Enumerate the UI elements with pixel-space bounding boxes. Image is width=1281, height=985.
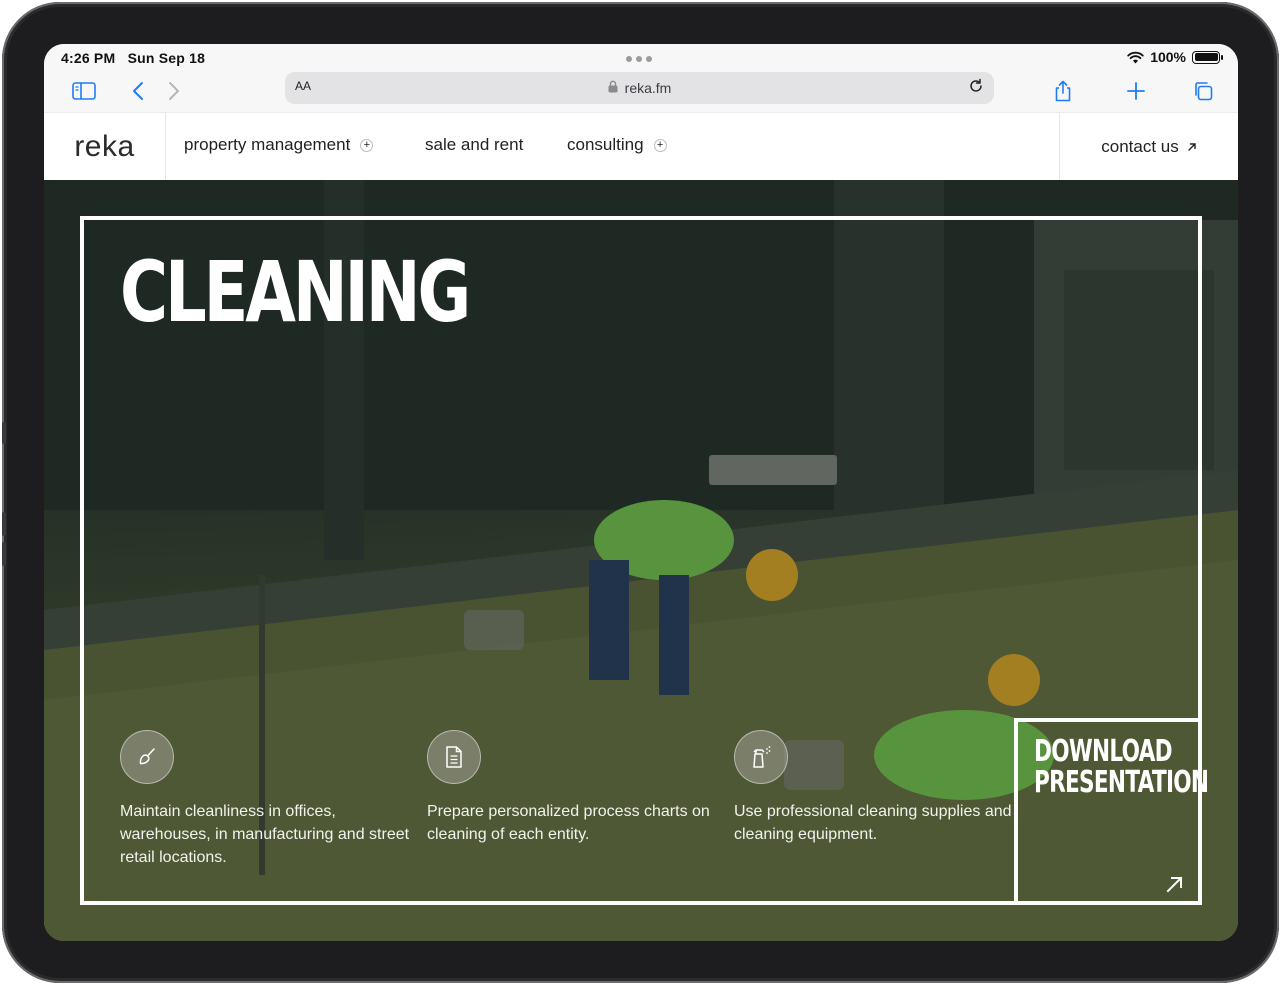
feature-text: Maintain cleanliness in offices, warehou… [120, 803, 410, 866]
contact-us-link[interactable]: contact us [1059, 113, 1238, 180]
wifi-icon [1127, 51, 1144, 63]
plus-icon: + [360, 138, 374, 152]
arrow-up-right-icon [1188, 142, 1196, 151]
address-bar[interactable]: AA reka.fm [285, 72, 994, 104]
status-right: 100% [1127, 49, 1223, 65]
download-label: DOWNLOAD PRESENTATION [1034, 734, 1209, 800]
side-button [2, 422, 6, 444]
nav-item-property-management[interactable]: property management + [184, 135, 374, 155]
back-icon[interactable] [124, 77, 152, 105]
share-icon[interactable] [1049, 77, 1077, 105]
tabs-overview-icon[interactable] [1189, 77, 1217, 105]
nav-item-label: property management [184, 135, 351, 154]
feature-item: Use professional cleaning supplies and c… [734, 730, 1024, 846]
site-navigation: reka property management + sale and rent… [44, 112, 1238, 180]
contact-label: contact us [1101, 136, 1179, 156]
hero-section: CLEANING Maintain cleanliness in offices… [44, 180, 1238, 941]
feature-text: Use professional cleaning supplies and c… [734, 803, 1012, 843]
multitasking-dots[interactable] [626, 56, 652, 62]
lock-icon [608, 80, 618, 96]
nav-item-label: consulting [567, 135, 644, 154]
status-time: 4:26 PM Sun Sep 18 [61, 50, 206, 66]
side-button [2, 542, 6, 566]
brush-icon [120, 730, 174, 784]
text-size-button[interactable]: AA [295, 79, 311, 93]
hero-title: CLEANING [120, 243, 471, 341]
feature-text: Prepare personalized process charts on c… [427, 803, 710, 843]
site-logo[interactable]: reka [44, 113, 166, 180]
battery-percent: 100% [1150, 49, 1186, 65]
forward-icon[interactable] [160, 77, 188, 105]
nav-item-consulting[interactable]: consulting + [567, 135, 667, 155]
feature-item: Prepare personalized process charts on c… [427, 730, 717, 846]
nav-item-label: sale and rent [425, 135, 524, 154]
arrow-up-right-icon [1166, 876, 1183, 893]
sidebar-icon[interactable] [70, 77, 98, 105]
battery-icon [1192, 50, 1223, 64]
side-button [2, 512, 6, 536]
new-tab-icon[interactable] [1122, 77, 1150, 105]
feature-item: Maintain cleanliness in offices, warehou… [120, 730, 410, 869]
url-text: reka.fm [624, 80, 672, 96]
spray-bottle-icon [734, 730, 788, 784]
status-bar: 4:26 PM Sun Sep 18 100% [44, 44, 1238, 72]
document-icon [427, 730, 481, 784]
screen: 4:26 PM Sun Sep 18 100% AA reka.fm reka … [44, 44, 1238, 941]
nav-item-sale-and-rent[interactable]: sale and rent [425, 135, 523, 155]
plus-icon: + [653, 138, 667, 152]
download-presentation-button[interactable]: DOWNLOAD PRESENTATION [1014, 718, 1209, 905]
reload-icon[interactable] [968, 78, 984, 99]
browser-toolbar: AA reka.fm [44, 72, 1238, 112]
